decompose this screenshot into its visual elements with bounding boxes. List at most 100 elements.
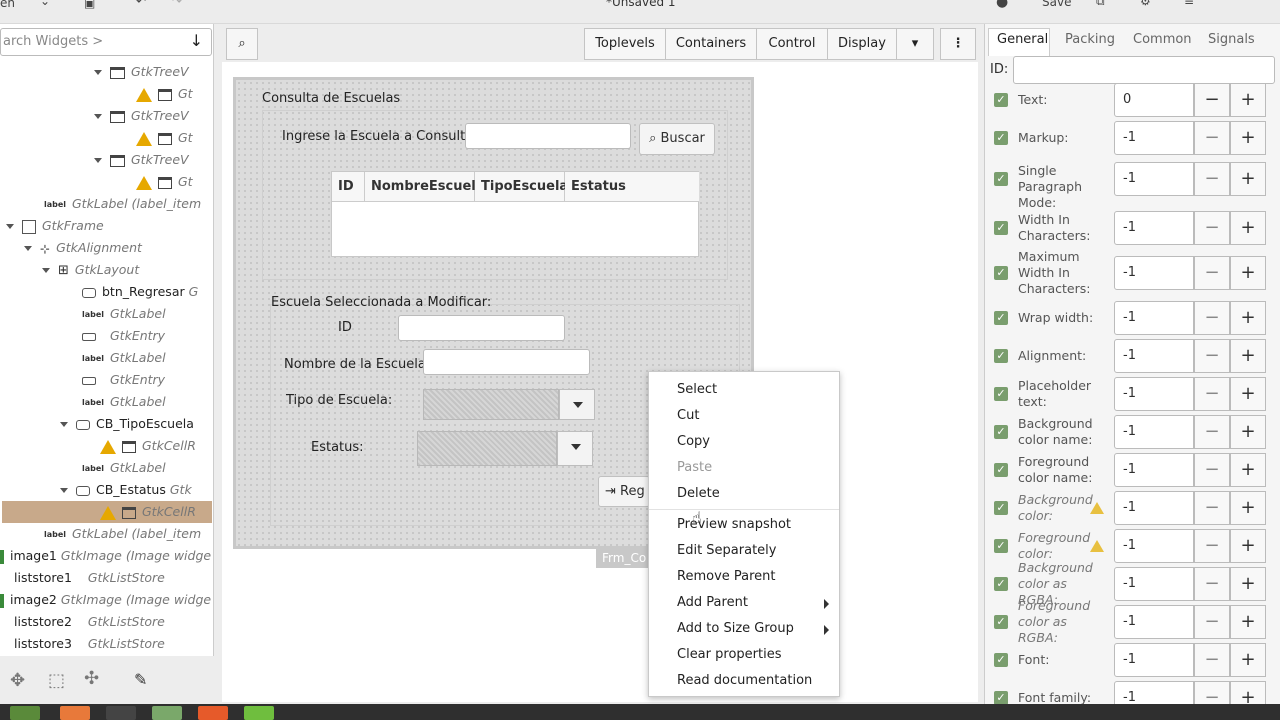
property-checkbox[interactable]: ✓ bbox=[994, 93, 1008, 107]
property-value-input[interactable]: -1 bbox=[1114, 643, 1194, 677]
tab-signals[interactable]: Signals bbox=[1208, 32, 1255, 56]
increment-button[interactable]: + bbox=[1230, 83, 1266, 117]
decrement-button[interactable]: − bbox=[1194, 301, 1230, 335]
property-value-input[interactable]: -1 bbox=[1114, 339, 1194, 373]
increment-button[interactable]: + bbox=[1230, 605, 1266, 639]
increment-button[interactable]: + bbox=[1230, 491, 1266, 525]
tree-row[interactable]: GtkEntry bbox=[82, 369, 165, 391]
property-checkbox[interactable]: ✓ bbox=[994, 311, 1008, 325]
estatus-dropdown-button[interactable] bbox=[557, 431, 593, 466]
property-value-input[interactable]: -1 bbox=[1114, 491, 1194, 525]
property-value-input[interactable]: -1 bbox=[1114, 377, 1194, 411]
increment-button[interactable]: + bbox=[1230, 567, 1266, 601]
tab-packing[interactable]: Packing bbox=[1065, 32, 1115, 56]
menu-item-clear-properties[interactable]: Clear properties bbox=[677, 647, 781, 662]
chevron-down-icon[interactable]: ⌄ bbox=[40, 0, 50, 8]
tree-row[interactable]: btn_Regresar G bbox=[82, 281, 198, 303]
tree-row[interactable]: CB_TipoEscuela bbox=[60, 413, 194, 435]
taskbar-app[interactable] bbox=[198, 706, 228, 720]
app-menu-label[interactable]: en bbox=[0, 0, 15, 10]
property-value-input[interactable]: -1 bbox=[1114, 453, 1194, 487]
increment-button[interactable]: + bbox=[1230, 529, 1266, 563]
select-icon[interactable]: ⬚ bbox=[48, 670, 65, 691]
tree-row[interactable]: CB_Estatus Gtk bbox=[60, 479, 192, 501]
tree-row[interactable]: label GtkLabel (label_item bbox=[44, 523, 201, 545]
menu-item-select[interactable]: Select bbox=[677, 382, 717, 397]
menu-item-add-to-size-group[interactable]: Add to Size Group bbox=[677, 621, 794, 636]
control-button[interactable]: Control bbox=[756, 28, 828, 60]
property-checkbox[interactable]: ✓ bbox=[994, 577, 1008, 591]
property-value-input[interactable]: 0 bbox=[1114, 83, 1194, 117]
property-checkbox[interactable]: ✓ bbox=[994, 172, 1008, 186]
tree-row[interactable]: GtkTreeV bbox=[94, 61, 189, 83]
tree-row[interactable]: GtkFrame bbox=[6, 215, 104, 237]
edit-icon[interactable]: ✎ bbox=[134, 670, 147, 689]
decrement-button[interactable]: − bbox=[1194, 529, 1230, 563]
tipo-escuela-combo[interactable] bbox=[423, 389, 559, 420]
column-header[interactable]: NombreEscuela bbox=[365, 172, 485, 202]
search-button[interactable]: ⌕ bbox=[226, 28, 258, 60]
property-value-input[interactable]: -1 bbox=[1114, 301, 1194, 335]
property-checkbox[interactable]: ✓ bbox=[994, 387, 1008, 401]
arrow-down-icon[interactable]: ↓ bbox=[190, 31, 203, 50]
id-input[interactable] bbox=[398, 315, 565, 341]
search-widgets-field[interactable]: arch Widgets > ↓ bbox=[0, 28, 212, 56]
increment-button[interactable]: + bbox=[1230, 121, 1266, 155]
tree-row[interactable]: label GtkLabel (label_item bbox=[44, 193, 201, 215]
decrement-button[interactable]: − bbox=[1194, 491, 1230, 525]
property-checkbox[interactable]: ✓ bbox=[994, 501, 1008, 515]
property-value-input[interactable]: -1 bbox=[1114, 256, 1194, 290]
property-checkbox[interactable]: ✓ bbox=[994, 539, 1008, 553]
tree-row[interactable]: label GtkLabel bbox=[82, 391, 166, 413]
menu-item-cut[interactable]: Cut bbox=[677, 408, 699, 423]
menu-item-edit-separately[interactable]: Edit Separately bbox=[677, 543, 777, 558]
increment-button[interactable]: + bbox=[1230, 301, 1266, 335]
save-file-icon[interactable]: ▣ bbox=[84, 0, 95, 10]
property-checkbox[interactable]: ✓ bbox=[994, 131, 1008, 145]
move-icon[interactable]: ✥ bbox=[10, 670, 25, 691]
containers-button[interactable]: Containers bbox=[665, 28, 757, 60]
increment-button[interactable]: + bbox=[1230, 377, 1266, 411]
nombre-input[interactable] bbox=[423, 349, 590, 375]
decrement-button[interactable]: − bbox=[1194, 377, 1230, 411]
tree-row[interactable]: GtkEntry bbox=[82, 325, 165, 347]
property-value-input[interactable]: -1 bbox=[1114, 529, 1194, 563]
property-checkbox[interactable]: ✓ bbox=[994, 266, 1008, 280]
decrement-button[interactable]: − bbox=[1194, 567, 1230, 601]
tree-row-selected[interactable]: GtkCellR bbox=[2, 501, 212, 523]
tree-row[interactable]: ⊞ GtkLayout bbox=[42, 259, 139, 281]
menu-icon[interactable]: ≡ bbox=[1184, 0, 1194, 8]
decrement-button[interactable]: − bbox=[1194, 211, 1230, 245]
tree-row[interactable]: Gt bbox=[136, 171, 193, 193]
id-prop-input[interactable] bbox=[1013, 56, 1275, 84]
overflow-menu-button[interactable]: ⋮ bbox=[940, 28, 976, 60]
property-value-input[interactable]: -1 bbox=[1114, 567, 1194, 601]
property-checkbox[interactable]: ✓ bbox=[994, 425, 1008, 439]
property-checkbox[interactable]: ✓ bbox=[994, 349, 1008, 363]
taskbar-terminal[interactable] bbox=[106, 706, 136, 720]
tree-row[interactable]: GtkTreeV bbox=[94, 149, 189, 171]
settings-icon[interactable]: ⚙ bbox=[1140, 0, 1151, 8]
redo-icon[interactable]: ↷ bbox=[172, 0, 182, 8]
decrement-button[interactable]: − bbox=[1194, 83, 1230, 117]
property-value-input[interactable]: -1 bbox=[1114, 162, 1194, 196]
tree-row[interactable]: label GtkLabel bbox=[82, 457, 166, 479]
regresar-button[interactable]: ⇥ Reg bbox=[598, 476, 650, 507]
decrement-button[interactable]: − bbox=[1194, 415, 1230, 449]
save-label[interactable]: Save bbox=[1042, 0, 1071, 9]
menu-item-copy[interactable]: Copy bbox=[677, 434, 710, 449]
tab-general[interactable]: General bbox=[997, 32, 1048, 56]
increment-button[interactable]: + bbox=[1230, 211, 1266, 245]
property-checkbox[interactable]: ✓ bbox=[994, 463, 1008, 477]
tab-common[interactable]: Common bbox=[1133, 32, 1192, 56]
decrement-button[interactable]: − bbox=[1194, 453, 1230, 487]
escuela-search-input[interactable] bbox=[465, 123, 631, 149]
property-value-input[interactable]: -1 bbox=[1114, 605, 1194, 639]
tree-row[interactable]: label GtkLabel bbox=[82, 347, 166, 369]
taskbar-files[interactable] bbox=[152, 706, 182, 720]
decrement-button[interactable]: − bbox=[1194, 643, 1230, 677]
undo-icon[interactable]: ↶ bbox=[136, 0, 146, 8]
property-checkbox[interactable]: ✓ bbox=[994, 615, 1008, 629]
tree-row[interactable]: Gt bbox=[136, 83, 193, 105]
tipo-dropdown-button[interactable] bbox=[559, 389, 595, 420]
